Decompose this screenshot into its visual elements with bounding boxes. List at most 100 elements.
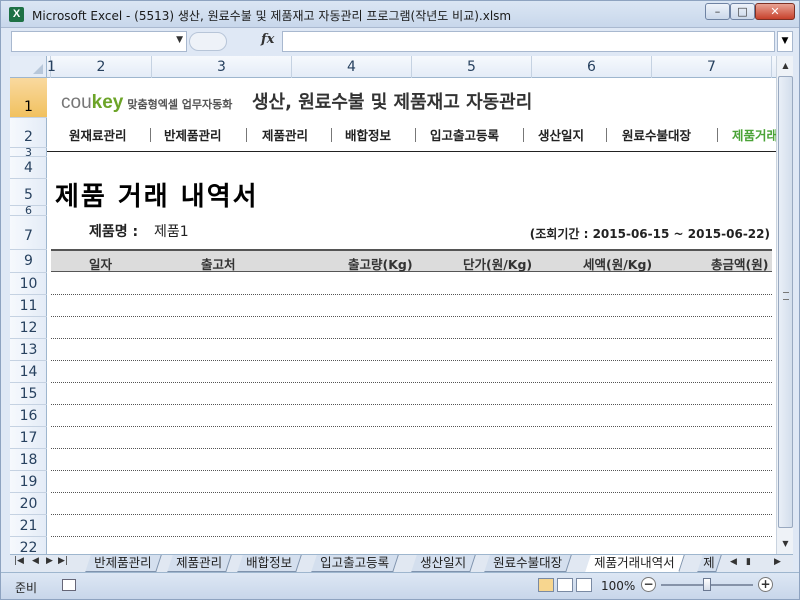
row-header[interactable]: 16	[10, 405, 47, 427]
first-sheet-icon[interactable]: |◀	[14, 556, 24, 566]
row-header[interactable]: 20	[10, 493, 47, 515]
row-header[interactable]: 3	[10, 148, 47, 157]
macro-record-icon[interactable]	[62, 579, 76, 591]
sheet-tab-active[interactable]: 제품거래내역서	[585, 555, 685, 572]
last-sheet-icon[interactable]: ▶|	[58, 556, 68, 566]
table-row[interactable]	[51, 405, 772, 427]
zoom-in-icon[interactable]: +	[758, 577, 773, 592]
cell-area[interactable]: coukey 맞춤형엑셀 업무자동화 생산, 원료수불 및 제품재고 자동관리 원…	[47, 78, 776, 554]
name-box[interactable]: ▼	[11, 31, 187, 52]
table-row[interactable]	[51, 383, 772, 405]
row-header[interactable]: 4	[10, 157, 47, 179]
zoom-out-icon[interactable]: −	[641, 577, 656, 592]
column-total: 총금액(원)	[711, 257, 769, 272]
table-row[interactable]	[51, 361, 772, 383]
horizontal-scrollbar[interactable]: ◀ ▮ ▶	[726, 556, 793, 571]
table-row[interactable]	[51, 449, 772, 471]
expand-formula-bar-icon[interactable]: ▼	[777, 31, 793, 52]
scroll-right-icon[interactable]: ▶	[774, 557, 781, 567]
row-header[interactable]: 21	[10, 515, 47, 537]
column-header[interactable]: 5	[412, 56, 532, 78]
row-header[interactable]: 12	[10, 317, 47, 339]
chevron-down-icon[interactable]: ▼	[176, 35, 183, 45]
table-row[interactable]	[51, 317, 772, 339]
close-button[interactable]: ✕	[755, 3, 795, 20]
formula-cancel-enter-area[interactable]	[189, 32, 227, 51]
row-header[interactable]: 2	[10, 118, 47, 148]
row-header[interactable]: 18	[10, 449, 47, 471]
column-header[interactable]: 2	[51, 56, 152, 78]
menu-item-product-transactions[interactable]: 제품거래	[732, 125, 776, 144]
sheet-tab[interactable]: 입고출고등록	[311, 555, 399, 572]
sheet-tab[interactable]: 제품관리	[167, 555, 232, 572]
sheet-tab[interactable]: 생산일지	[411, 555, 476, 572]
table-row[interactable]	[51, 273, 772, 295]
row-header[interactable]: 17	[10, 427, 47, 449]
prev-sheet-icon[interactable]: ◀	[32, 556, 39, 566]
column-header[interactable]: 7	[652, 56, 772, 78]
row-header[interactable]: 19	[10, 471, 47, 493]
row-header[interactable]: 11	[10, 295, 47, 317]
column-header[interactable]: 4	[292, 56, 412, 78]
sheet-tab-label: 생산일지	[420, 555, 467, 570]
row-header[interactable]: 6	[10, 206, 47, 216]
table-row[interactable]	[51, 471, 772, 493]
formula-input[interactable]	[282, 31, 775, 52]
select-all-icon	[33, 64, 43, 74]
table-row[interactable]	[51, 515, 772, 537]
row-header[interactable]: 1	[10, 78, 47, 118]
vertical-scrollbar[interactable]: ▲ ▼	[776, 56, 793, 554]
scroll-thumb[interactable]	[778, 76, 793, 528]
table-row[interactable]	[51, 339, 772, 361]
menu-separator	[415, 128, 416, 142]
row-header[interactable]: 9	[10, 250, 47, 273]
row-header[interactable]: 7	[10, 216, 47, 250]
sheet-tab-label: 제품관리	[176, 555, 223, 570]
excel-app-icon[interactable]: X	[9, 7, 24, 22]
menu-item-product[interactable]: 제품관리	[262, 125, 308, 144]
scroll-down-icon[interactable]: ▼	[778, 536, 793, 552]
sheet-tab-label: 제	[703, 555, 715, 570]
table-row[interactable]	[51, 295, 772, 317]
sheet-tab[interactable]: 배합정보	[237, 555, 302, 572]
nav-menu: 원재료관리 반제품관리 제품관리 배합정보 입고출고등록 생산일지 원료수불대장…	[47, 125, 776, 147]
zoom-slider-thumb[interactable]	[703, 578, 711, 591]
scroll-up-icon[interactable]: ▲	[778, 58, 793, 74]
table-header: 일자 출고처 출고량(Kg) 단가(원/Kg) 세액(원/Kg) 총금액(원)	[51, 249, 772, 272]
sheet-tab-label: 반제품관리	[94, 555, 152, 570]
status-text: 준비	[15, 581, 38, 595]
table-row[interactable]	[51, 537, 772, 554]
select-all-corner[interactable]	[10, 56, 47, 78]
sheet-tab[interactable]: 원료수불대장	[484, 555, 572, 572]
menu-item-raw-material[interactable]: 원재료관리	[69, 125, 127, 144]
table-row[interactable]	[51, 427, 772, 449]
view-page-break-icon[interactable]	[576, 578, 592, 592]
next-sheet-icon[interactable]: ▶	[46, 556, 53, 566]
scroll-thumb-horizontal[interactable]: ▮	[746, 557, 751, 567]
table-row[interactable]	[51, 493, 772, 515]
view-page-layout-icon[interactable]	[557, 578, 573, 592]
zoom-level[interactable]: 100%	[601, 579, 635, 593]
row-header[interactable]: 15	[10, 383, 47, 405]
column-header[interactable]: 3	[152, 56, 292, 78]
maximize-button[interactable]: □	[730, 3, 755, 20]
view-normal-icon[interactable]	[538, 578, 554, 592]
column-header[interactable]: 6	[532, 56, 652, 78]
scroll-left-icon[interactable]: ◀	[730, 557, 737, 567]
row-header[interactable]: 22	[10, 537, 47, 554]
menu-item-formula[interactable]: 배합정보	[345, 125, 391, 144]
product-name-value[interactable]: 제품1	[154, 221, 189, 241]
menu-item-semi-product[interactable]: 반제품관리	[164, 125, 222, 144]
minimize-button[interactable]: –	[705, 3, 730, 20]
row-header[interactable]: 13	[10, 339, 47, 361]
menu-item-production-log[interactable]: 생산일지	[538, 125, 584, 144]
row-header[interactable]: 14	[10, 361, 47, 383]
fx-icon[interactable]: fx	[261, 32, 274, 47]
row-header[interactable]: 5	[10, 179, 47, 206]
row-header[interactable]: 10	[10, 273, 47, 295]
menu-item-material-ledger[interactable]: 원료수불대장	[622, 125, 691, 144]
sheet-tab[interactable]: 반제품관리	[85, 555, 162, 572]
menu-separator	[606, 128, 607, 142]
menu-item-in-out-register[interactable]: 입고출고등록	[430, 125, 499, 144]
sheet-tab[interactable]: 제	[697, 555, 722, 572]
